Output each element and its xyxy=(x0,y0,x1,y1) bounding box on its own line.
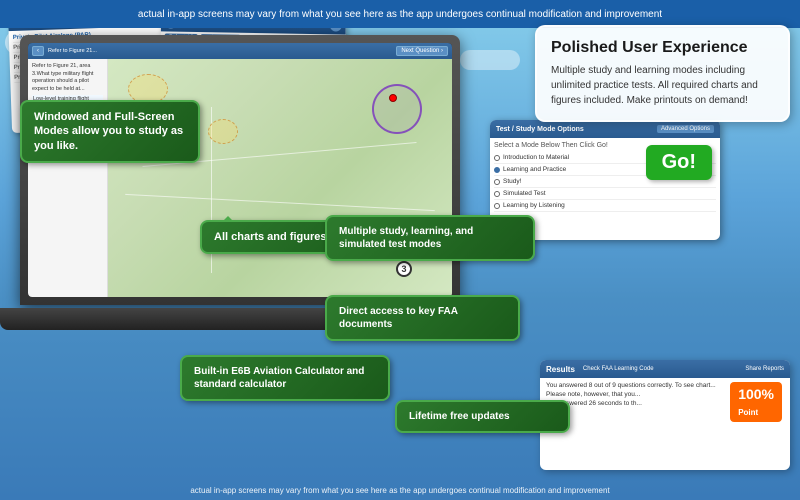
laptop-body: ‹ Refer to Figure 21... Next Question › … xyxy=(20,35,460,305)
tooltip-faa: Direct access to key FAA documents xyxy=(325,295,520,341)
results-card: Results Check FAA Learning Code Share Re… xyxy=(540,360,790,470)
polished-title: Polished User Experience xyxy=(551,39,774,57)
screen-next-btn[interactable]: Next Question › xyxy=(396,46,448,56)
results-title: Results xyxy=(546,365,575,374)
option-simulated[interactable]: Simulated Test xyxy=(494,188,716,200)
results-subtitle: Check FAA Learning Code xyxy=(583,366,654,372)
tooltip-study: Multiple study, learning, and simulated … xyxy=(325,215,535,261)
map-marker-3: 3 xyxy=(396,261,412,277)
results-share-btn[interactable]: Share Reports xyxy=(745,366,784,372)
advanced-options-btn[interactable]: Advanced Options xyxy=(657,125,714,133)
screen-question-label: Refer to Figure 21... xyxy=(48,48,392,54)
question-text-line: Refer to Figure 21, area 3.What type mil… xyxy=(32,63,103,94)
tooltip-windowed-text: Windowed and Full-Screen Modes allow you… xyxy=(34,111,183,152)
map-restricted-area xyxy=(372,84,422,134)
disclaimer-text: actual in-app screens may vary from what… xyxy=(190,486,609,495)
option-listening[interactable]: Learning by Listening xyxy=(494,200,716,212)
right-panel: Polished User Experience Multiple study … xyxy=(535,25,790,122)
cloud-decoration-2 xyxy=(460,50,520,70)
map-marker-red xyxy=(389,94,397,102)
option-radio-study[interactable] xyxy=(494,179,500,185)
tooltip-e6b-text: Built-in E6B Aviation Calculator and sta… xyxy=(194,366,364,390)
screen-toolbar: ‹ Refer to Figure 21... Next Question › xyxy=(28,43,452,59)
options-header: Test / Study Mode Options Advanced Optio… xyxy=(490,120,720,138)
options-title: Test / Study Mode Options xyxy=(496,126,584,133)
tooltip-lifetime-text: Lifetime free updates xyxy=(409,411,510,422)
results-header: Results Check FAA Learning Code Share Re… xyxy=(540,360,790,378)
map-road-3 xyxy=(125,194,434,211)
screen-prev-btn[interactable]: ‹ xyxy=(32,46,44,56)
map-city-2 xyxy=(208,119,238,144)
tooltip-lifetime: Lifetime free updates xyxy=(395,400,570,433)
tooltip-study-text: Multiple study, learning, and simulated … xyxy=(339,226,473,250)
top-banner-text: actual in-app screens may vary from what… xyxy=(138,9,662,20)
disclaimer-bar: actual in-app screens may vary from what… xyxy=(0,486,800,495)
score-badge: 100% Point xyxy=(730,382,782,422)
option-radio-simulated[interactable] xyxy=(494,191,500,197)
tooltip-faa-text: Direct access to key FAA documents xyxy=(339,306,458,330)
tooltip-e6b: Built-in E6B Aviation Calculator and sta… xyxy=(180,355,390,401)
score-value: 100% xyxy=(738,386,774,402)
option-radio-listening[interactable] xyxy=(494,203,500,209)
polished-box: Polished User Experience Multiple study … xyxy=(535,25,790,122)
screen-map-area: 3 xyxy=(108,59,452,297)
screen-main-area: Refer to Figure 21, area 3.What type mil… xyxy=(28,59,452,297)
screen-question-sidebar: Refer to Figure 21, area 3.What type mil… xyxy=(28,59,108,297)
map-background: 3 xyxy=(108,59,452,297)
option-radio-introduction[interactable] xyxy=(494,155,500,161)
go-button[interactable]: Go! xyxy=(646,145,712,180)
tooltip-windowed: Windowed and Full-Screen Modes allow you… xyxy=(20,100,200,163)
score-label: Point xyxy=(738,408,758,417)
option-radio-learning[interactable] xyxy=(494,167,500,173)
top-banner: actual in-app screens may vary from what… xyxy=(0,0,800,28)
polished-description: Multiple study and learning modes includ… xyxy=(551,63,774,108)
